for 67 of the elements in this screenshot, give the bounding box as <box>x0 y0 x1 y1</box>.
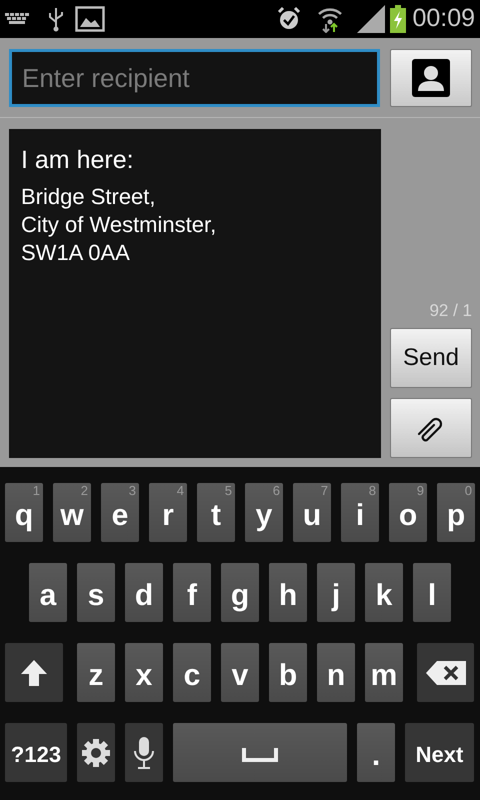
key-hint: 7 <box>320 484 328 498</box>
key[interactable]: c <box>173 643 211 702</box>
shift-key[interactable] <box>5 643 63 702</box>
message-title: I am here: <box>21 145 134 175</box>
key[interactable]: l <box>413 563 451 622</box>
recipient-field[interactable]: Enter recipient <box>9 49 380 107</box>
key[interactable]: g <box>221 563 259 622</box>
key[interactable]: w 2 <box>53 483 91 542</box>
character-counter: 92 / 1 <box>428 300 472 322</box>
key[interactable]: z <box>77 643 115 702</box>
key-hint: 8 <box>368 484 376 498</box>
contact-icon <box>412 59 450 97</box>
key-hint: 3 <box>128 484 136 498</box>
key[interactable]: i 8 <box>341 483 379 542</box>
next-key[interactable]: Next <box>405 723 474 782</box>
key-hint: 6 <box>272 484 280 498</box>
key[interactable]: d <box>125 563 163 622</box>
key[interactable]: o 9 <box>389 483 427 542</box>
keyboard-icon <box>5 13 31 25</box>
message-field[interactable]: I am here: Bridge Street, City of Westminster, SW1A 0AA <box>9 129 381 458</box>
send-button[interactable]: Send <box>390 328 472 388</box>
alarm-clock-icon <box>277 6 302 32</box>
key[interactable]: u 7 <box>293 483 331 542</box>
shift-arrow-icon <box>19 658 49 688</box>
key[interactable]: . <box>357 723 395 782</box>
battery-icon <box>390 5 406 33</box>
key[interactable]: s <box>77 563 115 622</box>
space-bar-icon <box>242 748 278 762</box>
contacts-button[interactable] <box>390 49 472 107</box>
key[interactable]: m <box>365 643 403 702</box>
key[interactable]: a <box>29 563 67 622</box>
key[interactable]: t 5 <box>197 483 235 542</box>
key[interactable]: b <box>269 643 307 702</box>
key-hint: 5 <box>224 484 232 498</box>
key[interactable]: n <box>317 643 355 702</box>
key-hint: 1 <box>32 484 40 498</box>
key[interactable]: q 1 <box>5 483 43 542</box>
key[interactable]: v <box>221 643 259 702</box>
key[interactable]: h <box>269 563 307 622</box>
delete-key[interactable] <box>417 643 474 702</box>
key[interactable]: j <box>317 563 355 622</box>
key-hint: 4 <box>176 484 184 498</box>
mic-key[interactable] <box>125 723 163 782</box>
message-line: Bridge Street, <box>21 183 156 211</box>
key[interactable]: f <box>173 563 211 622</box>
attach-button[interactable] <box>390 398 472 458</box>
microphone-icon <box>132 736 156 770</box>
key[interactable]: r 4 <box>149 483 187 542</box>
key[interactable]: p 0 <box>437 483 475 542</box>
usb-icon <box>47 6 65 32</box>
settings-key[interactable] <box>77 723 115 782</box>
key[interactable]: x <box>125 643 163 702</box>
key-hint: 0 <box>464 484 472 498</box>
key-hint: 2 <box>80 484 88 498</box>
picture-icon <box>75 6 105 32</box>
space-key[interactable] <box>173 723 347 782</box>
key-hint: 9 <box>416 484 424 498</box>
symbols-key[interactable]: ?123 <box>5 723 67 782</box>
message-line: City of Westminster, <box>21 211 216 239</box>
status-time: 00:09 <box>412 3 475 34</box>
key[interactable]: k <box>365 563 403 622</box>
key[interactable]: e 3 <box>101 483 139 542</box>
gear-icon <box>81 738 111 768</box>
message-line: SW1A 0AA <box>21 239 130 267</box>
backspace-icon <box>424 660 466 686</box>
key[interactable]: y 6 <box>245 483 283 542</box>
signal-icon <box>357 5 386 33</box>
